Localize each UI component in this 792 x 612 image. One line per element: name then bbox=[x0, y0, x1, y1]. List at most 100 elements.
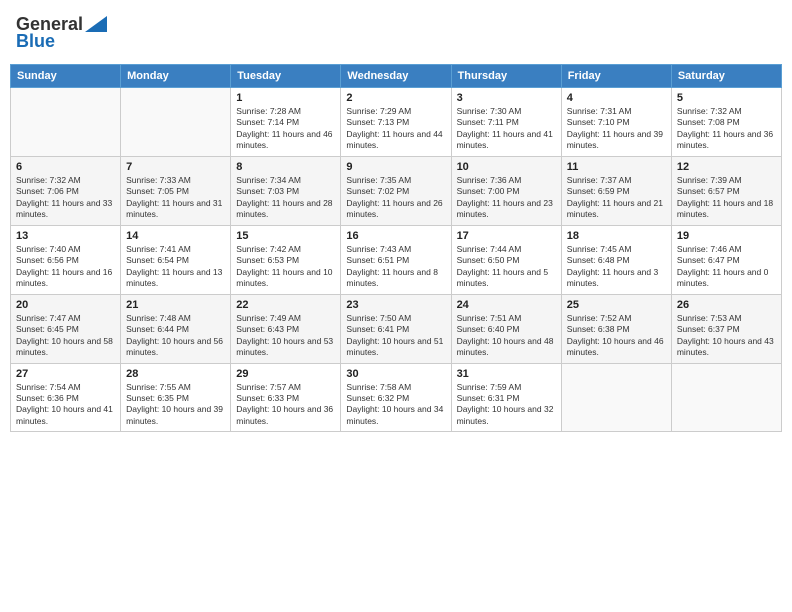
day-info-text: Sunrise: 7:45 AM Sunset: 6:48 PM Dayligh… bbox=[567, 244, 666, 290]
day-info-text: Sunrise: 7:29 AM Sunset: 7:13 PM Dayligh… bbox=[346, 106, 445, 152]
calendar-cell: 8Sunrise: 7:34 AM Sunset: 7:03 PM Daylig… bbox=[231, 156, 341, 225]
calendar-cell: 9Sunrise: 7:35 AM Sunset: 7:02 PM Daylig… bbox=[341, 156, 451, 225]
day-info-text: Sunrise: 7:44 AM Sunset: 6:50 PM Dayligh… bbox=[457, 244, 556, 290]
day-number: 6 bbox=[16, 161, 115, 173]
calendar-cell: 14 Sunrise: 7:41 AM Sunset: 6:54 PM Dayli… bbox=[121, 225, 231, 294]
day-number: 16 bbox=[346, 230, 445, 242]
days-header-row: SundayMondayTuesdayWednesdayThursdayFrid… bbox=[11, 65, 782, 88]
page-header: General Blue bbox=[10, 10, 782, 56]
day-of-week-header: Tuesday bbox=[231, 65, 341, 88]
calendar-cell: 30Sunrise: 7:58 AM Sunset: 6:32 PM Dayli… bbox=[341, 363, 451, 432]
day-info-text: Sunrise: 7:50 AM Sunset: 6:41 PM Dayligh… bbox=[346, 313, 445, 359]
day-number: 11 bbox=[567, 161, 666, 173]
calendar-cell: 13 Sunrise: 7:40 AM Sunset: 6:56 PM Dayli… bbox=[11, 225, 121, 294]
day-of-week-header: Thursday bbox=[451, 65, 561, 88]
day-number: 9 bbox=[346, 161, 445, 173]
day-info-text: Sunrise: 7:52 AM Sunset: 6:38 PM Dayligh… bbox=[567, 313, 666, 359]
calendar-cell: 24 Sunrise: 7:51 AM Sunset: 6:40 PM Dayli… bbox=[451, 294, 561, 363]
day-info-text: Sunrise: 7:31 AM Sunset: 7:10 PM Dayligh… bbox=[567, 106, 666, 152]
day-info-text: Sunrise: 7:42 AM Sunset: 6:53 PM Dayligh… bbox=[236, 244, 335, 290]
day-of-week-header: Wednesday bbox=[341, 65, 451, 88]
day-number: 4 bbox=[567, 92, 666, 104]
logo-icon bbox=[85, 16, 107, 32]
calendar-cell: 28 Sunrise: 7:55 AM Sunset: 6:35 PM Dayli… bbox=[121, 363, 231, 432]
calendar-cell: 27Sunrise: 7:54 AM Sunset: 6:36 PM Dayli… bbox=[11, 363, 121, 432]
day-number: 14 bbox=[126, 230, 225, 242]
day-info-text: Sunrise: 7:53 AM Sunset: 6:37 PM Dayligh… bbox=[677, 313, 776, 359]
day-info-text: Sunrise: 7:39 AM Sunset: 6:57 PM Dayligh… bbox=[677, 175, 776, 221]
logo: General Blue bbox=[16, 14, 107, 52]
calendar-week-row: 20 Sunrise: 7:47 AM Sunset: 6:45 PM Dayli… bbox=[11, 294, 782, 363]
day-number: 3 bbox=[457, 92, 556, 104]
calendar-cell: 20 Sunrise: 7:47 AM Sunset: 6:45 PM Dayli… bbox=[11, 294, 121, 363]
day-of-week-header: Sunday bbox=[11, 65, 121, 88]
calendar-cell: 29 Sunrise: 7:57 AM Sunset: 6:33 PM Dayli… bbox=[231, 363, 341, 432]
day-info-text: Sunrise: 7:32 AM Sunset: 7:08 PM Dayligh… bbox=[677, 106, 776, 152]
day-number: 1 bbox=[236, 92, 335, 104]
day-number: 5 bbox=[677, 92, 776, 104]
calendar-week-row: 13 Sunrise: 7:40 AM Sunset: 6:56 PM Dayli… bbox=[11, 225, 782, 294]
calendar-cell: 21 Sunrise: 7:48 AM Sunset: 6:44 PM Dayli… bbox=[121, 294, 231, 363]
day-info-text: Sunrise: 7:34 AM Sunset: 7:03 PM Dayligh… bbox=[236, 175, 335, 221]
calendar-cell: 19 Sunrise: 7:46 AM Sunset: 6:47 PM Dayli… bbox=[671, 225, 781, 294]
calendar-cell: 15Sunrise: 7:42 AM Sunset: 6:53 PM Dayli… bbox=[231, 225, 341, 294]
calendar-cell: 12 Sunrise: 7:39 AM Sunset: 6:57 PM Dayli… bbox=[671, 156, 781, 225]
day-number: 13 bbox=[16, 230, 115, 242]
calendar-cell: 10 Sunrise: 7:36 AM Sunset: 7:00 PM Dayli… bbox=[451, 156, 561, 225]
day-number: 23 bbox=[346, 299, 445, 311]
day-info-text: Sunrise: 7:48 AM Sunset: 6:44 PM Dayligh… bbox=[126, 313, 225, 359]
day-number: 29 bbox=[236, 368, 335, 380]
day-info-text: Sunrise: 7:49 AM Sunset: 6:43 PM Dayligh… bbox=[236, 313, 335, 359]
day-info-text: Sunrise: 7:57 AM Sunset: 6:33 PM Dayligh… bbox=[236, 382, 335, 428]
day-of-week-header: Monday bbox=[121, 65, 231, 88]
calendar-cell: 3 Sunrise: 7:30 AM Sunset: 7:11 PM Daylig… bbox=[451, 88, 561, 157]
day-number: 2 bbox=[346, 92, 445, 104]
calendar-cell: 1 Sunrise: 7:28 AM Sunset: 7:14 PM Daylig… bbox=[231, 88, 341, 157]
day-info-text: Sunrise: 7:59 AM Sunset: 6:31 PM Dayligh… bbox=[457, 382, 556, 428]
calendar-cell: 23 Sunrise: 7:50 AM Sunset: 6:41 PM Dayli… bbox=[341, 294, 451, 363]
calendar-cell: 18 Sunrise: 7:45 AM Sunset: 6:48 PM Dayli… bbox=[561, 225, 671, 294]
calendar-cell: 22 Sunrise: 7:49 AM Sunset: 6:43 PM Dayli… bbox=[231, 294, 341, 363]
calendar-week-row: 1 Sunrise: 7:28 AM Sunset: 7:14 PM Daylig… bbox=[11, 88, 782, 157]
day-info-text: Sunrise: 7:41 AM Sunset: 6:54 PM Dayligh… bbox=[126, 244, 225, 290]
day-info-text: Sunrise: 7:47 AM Sunset: 6:45 PM Dayligh… bbox=[16, 313, 115, 359]
calendar-cell: 2 Sunrise: 7:29 AM Sunset: 7:13 PM Daylig… bbox=[341, 88, 451, 157]
calendar-cell: 11Sunrise: 7:37 AM Sunset: 6:59 PM Dayli… bbox=[561, 156, 671, 225]
calendar-cell: 26 Sunrise: 7:53 AM Sunset: 6:37 PM Dayli… bbox=[671, 294, 781, 363]
calendar-cell bbox=[561, 363, 671, 432]
logo-blue-text: Blue bbox=[16, 31, 55, 52]
day-info-text: Sunrise: 7:33 AM Sunset: 7:05 PM Dayligh… bbox=[126, 175, 225, 221]
day-number: 10 bbox=[457, 161, 556, 173]
day-info-text: Sunrise: 7:43 AM Sunset: 6:51 PM Dayligh… bbox=[346, 244, 445, 290]
day-info-text: Sunrise: 7:46 AM Sunset: 6:47 PM Dayligh… bbox=[677, 244, 776, 290]
day-number: 19 bbox=[677, 230, 776, 242]
day-number: 24 bbox=[457, 299, 556, 311]
day-number: 17 bbox=[457, 230, 556, 242]
calendar-cell: 6Sunrise: 7:32 AM Sunset: 7:06 PM Daylig… bbox=[11, 156, 121, 225]
calendar-week-row: 27Sunrise: 7:54 AM Sunset: 6:36 PM Dayli… bbox=[11, 363, 782, 432]
day-number: 22 bbox=[236, 299, 335, 311]
calendar-cell bbox=[11, 88, 121, 157]
calendar-cell: 5 Sunrise: 7:32 AM Sunset: 7:08 PM Daylig… bbox=[671, 88, 781, 157]
day-info-text: Sunrise: 7:51 AM Sunset: 6:40 PM Dayligh… bbox=[457, 313, 556, 359]
calendar-cell bbox=[671, 363, 781, 432]
day-number: 12 bbox=[677, 161, 776, 173]
day-number: 25 bbox=[567, 299, 666, 311]
day-number: 28 bbox=[126, 368, 225, 380]
day-of-week-header: Saturday bbox=[671, 65, 781, 88]
day-of-week-header: Friday bbox=[561, 65, 671, 88]
day-info-text: Sunrise: 7:55 AM Sunset: 6:35 PM Dayligh… bbox=[126, 382, 225, 428]
calendar-table: SundayMondayTuesdayWednesdayThursdayFrid… bbox=[10, 64, 782, 432]
day-info-text: Sunrise: 7:40 AM Sunset: 6:56 PM Dayligh… bbox=[16, 244, 115, 290]
day-info-text: Sunrise: 7:36 AM Sunset: 7:00 PM Dayligh… bbox=[457, 175, 556, 221]
calendar-cell: 7 Sunrise: 7:33 AM Sunset: 7:05 PM Daylig… bbox=[121, 156, 231, 225]
calendar-cell: 31Sunrise: 7:59 AM Sunset: 6:31 PM Dayli… bbox=[451, 363, 561, 432]
day-number: 26 bbox=[677, 299, 776, 311]
day-info-text: Sunrise: 7:28 AM Sunset: 7:14 PM Dayligh… bbox=[236, 106, 335, 152]
day-number: 20 bbox=[16, 299, 115, 311]
day-number: 18 bbox=[567, 230, 666, 242]
day-number: 7 bbox=[126, 161, 225, 173]
day-info-text: Sunrise: 7:30 AM Sunset: 7:11 PM Dayligh… bbox=[457, 106, 556, 152]
day-info-text: Sunrise: 7:58 AM Sunset: 6:32 PM Dayligh… bbox=[346, 382, 445, 428]
day-number: 21 bbox=[126, 299, 225, 311]
